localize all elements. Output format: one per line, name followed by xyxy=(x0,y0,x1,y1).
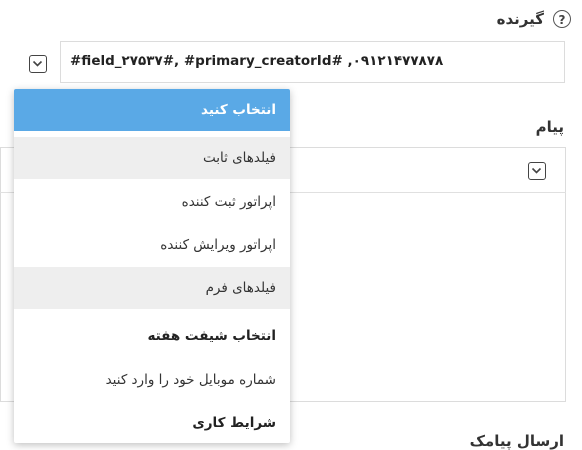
chevron-down-icon xyxy=(531,167,542,174)
dropdown-item-weekly-shift[interactable]: انتخاب شیفت هفته xyxy=(14,315,290,357)
dropdown-item-editor-operator[interactable]: اپراتور ویرایش کننده xyxy=(14,224,290,266)
recipient-label: گیرنده xyxy=(496,10,544,28)
message-dropdown-toggle[interactable] xyxy=(528,162,546,180)
help-icon[interactable]: ? xyxy=(553,10,571,28)
dropdown-item-select[interactable]: انتخاب کنید xyxy=(14,89,290,131)
recipient-dropdown-toggle[interactable] xyxy=(29,55,47,73)
dropdown-item-work-conditions[interactable]: شرایط کاری xyxy=(14,402,290,443)
dropdown-group-fixed-fields: فیلدهای ثابت xyxy=(14,137,290,179)
recipient-value: #field_۲۷۵۳۷#, #primary_creatorId# ,۰۹۱۲… xyxy=(70,53,444,69)
chevron-down-icon xyxy=(32,60,43,67)
dropdown-group-form-fields: فیلدهای فرم xyxy=(14,267,290,309)
dropdown-item-creator-operator[interactable]: اپراتور ثبت کننده xyxy=(14,181,290,223)
section-label: ارسال پیامک xyxy=(469,432,564,450)
message-label: پیام xyxy=(535,118,564,136)
dropdown-item-mobile-number[interactable]: شماره موبایل خود را وارد کنید xyxy=(14,359,290,401)
recipient-dropdown-menu: انتخاب کنید فیلدهای ثابت اپراتور ثبت کنن… xyxy=(14,89,290,443)
